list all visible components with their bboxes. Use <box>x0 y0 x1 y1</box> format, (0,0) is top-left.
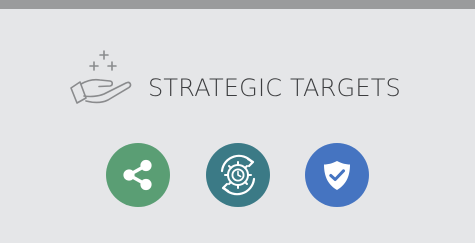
gear-cycle-button[interactable] <box>206 143 270 207</box>
share-button[interactable] <box>106 143 170 207</box>
shield-button[interactable] <box>305 143 369 207</box>
section-heading: STRATEGIC TARGETS <box>68 46 401 106</box>
top-bar <box>0 0 475 9</box>
section-title: STRATEGIC TARGETS <box>148 74 401 102</box>
gear-cycle-clock-icon <box>220 154 256 196</box>
share-icon <box>123 159 152 191</box>
shield-check-icon <box>324 161 350 190</box>
hand-sparkles-icon <box>70 50 132 104</box>
